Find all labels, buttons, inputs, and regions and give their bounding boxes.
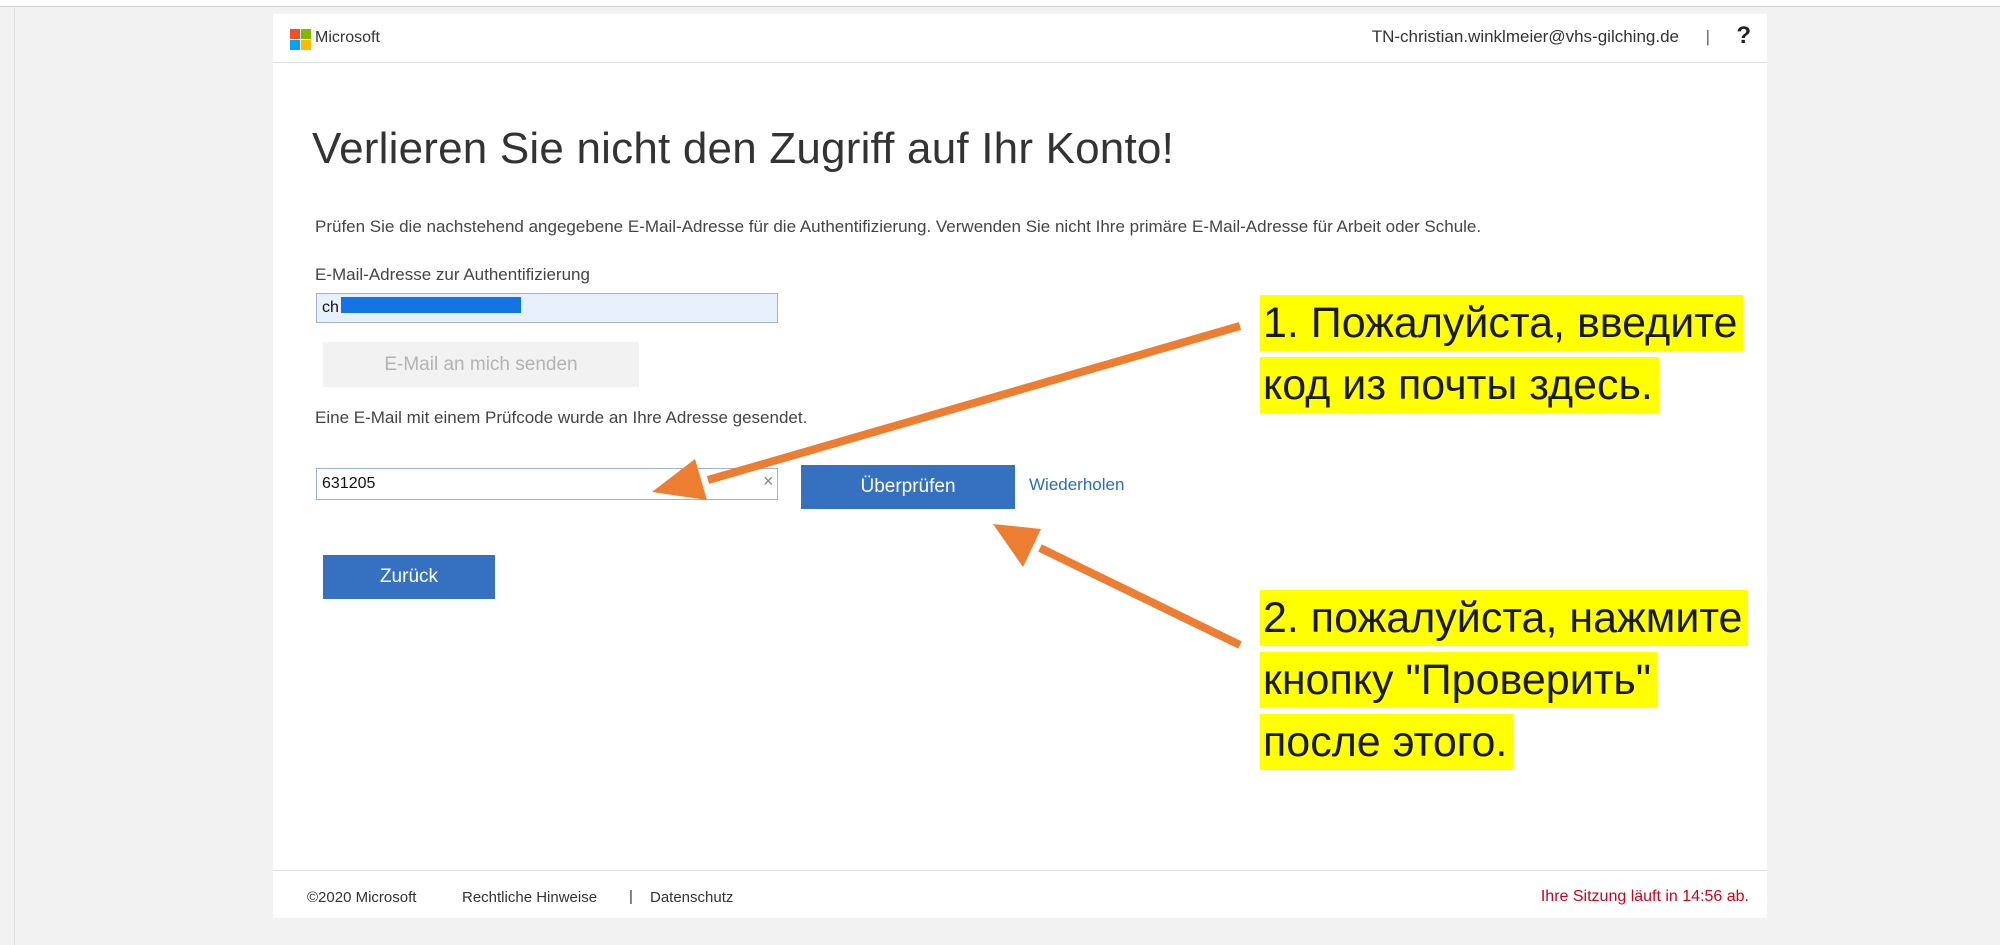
- brand-name: Microsoft: [315, 29, 380, 46]
- page-title: Verlieren Sie nicht den Zugriff auf Ihr …: [312, 124, 1175, 173]
- footer-separator: |: [629, 888, 633, 905]
- copyright-text: ©2020 Microsoft: [307, 889, 417, 906]
- browser-top-edge: [0, 0, 2000, 7]
- help-icon[interactable]: ?: [1736, 22, 1751, 50]
- note2-line1: 2. пожалуйста, нажмите: [1260, 590, 1749, 646]
- sent-message: Eine E-Mail mit einem Prüfcode wurde an …: [315, 408, 808, 427]
- legal-link[interactable]: Rechtliche Hinweise: [462, 889, 597, 906]
- main-card: Microsoft TN-christian.winklmeier@vhs-gi…: [273, 14, 1767, 918]
- verify-button[interactable]: Überprüfen: [801, 465, 1015, 509]
- back-button[interactable]: Zurück: [323, 555, 495, 599]
- note2-line2: кнопку "Проверить": [1260, 652, 1658, 708]
- note1-line1: 1. Пожалуйста, введите: [1260, 295, 1744, 351]
- send-email-button[interactable]: E-Mail an mich senden: [323, 342, 639, 387]
- verification-code-input[interactable]: [316, 468, 778, 500]
- email-label: E-Mail-Adresse zur Authentifizierung: [315, 265, 590, 284]
- session-timer: Ihre Sitzung läuft in 14:56 ab.: [1540, 888, 1749, 905]
- header-separator: |: [1705, 27, 1710, 46]
- retry-link[interactable]: Wiederholen: [1029, 475, 1124, 495]
- clear-icon[interactable]: ×: [763, 471, 774, 492]
- microsoft-logo-icon: [290, 29, 311, 50]
- privacy-link[interactable]: Datenschutz: [650, 889, 733, 906]
- page-description: Prüfen Sie die nachstehend angegebene E-…: [315, 217, 1482, 236]
- page-header: Microsoft TN-christian.winklmeier@vhs-gi…: [273, 14, 1767, 63]
- page-footer: ©2020 Microsoft Rechtliche Hinweise | Da…: [273, 870, 1767, 919]
- note2-line3: после этого.: [1260, 714, 1514, 770]
- note1-line2: код из почты здесь.: [1260, 357, 1659, 413]
- account-email[interactable]: TN-christian.winklmeier@vhs-gilching.de: [1372, 27, 1679, 47]
- redaction-mark: [341, 297, 521, 313]
- instruction-note-2: 2. пожалуйста, нажмите кнопку "Проверить…: [1260, 587, 1749, 773]
- instruction-note-1: 1. Пожалуйста, введите код из почты здес…: [1260, 292, 1744, 416]
